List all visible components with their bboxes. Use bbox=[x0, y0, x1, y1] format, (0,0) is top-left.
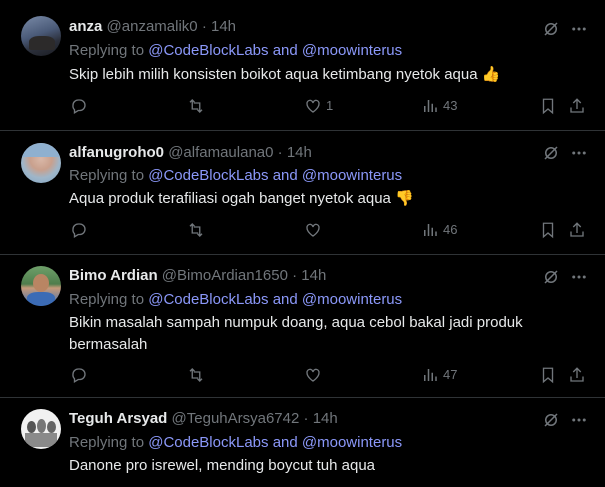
heart-icon[interactable] bbox=[304, 221, 322, 239]
separator-dot: · bbox=[303, 410, 309, 427]
tweet-header: alfanugroho0 @alfamaulana0 · 14h bbox=[69, 144, 312, 162]
reply-icon[interactable] bbox=[70, 97, 88, 115]
avatar[interactable] bbox=[21, 16, 61, 56]
author-handle[interactable]: @BimoArdian1650 bbox=[162, 267, 288, 284]
more-icon[interactable] bbox=[570, 268, 588, 286]
mention-link[interactable]: @moowinterus bbox=[302, 167, 402, 184]
author-name[interactable]: Bimo Ardian bbox=[69, 267, 158, 284]
more-icon[interactable] bbox=[570, 144, 588, 162]
tweet-text: Aqua produk terafiliasi ogah banget nyet… bbox=[69, 190, 414, 207]
mention-link[interactable]: @moowinterus bbox=[302, 291, 402, 308]
replying-to: Replying to @CodeBlockLabs and @moowinte… bbox=[69, 167, 402, 185]
mention-link[interactable]: @moowinterus bbox=[302, 42, 402, 59]
author-handle[interactable]: @alfamaulana0 bbox=[168, 144, 273, 161]
and-text: and bbox=[272, 434, 298, 451]
replying-to: Replying to @CodeBlockLabs and @moowinte… bbox=[69, 434, 402, 452]
separator-dot: · bbox=[292, 267, 298, 284]
mention-link[interactable]: @CodeBlockLabs bbox=[148, 291, 268, 308]
author-name[interactable]: anza bbox=[69, 18, 102, 35]
tweet-header: anza @anzamalik0 · 14h bbox=[69, 18, 236, 36]
replying-to-label: Replying to bbox=[69, 434, 145, 451]
separator-dot: · bbox=[201, 18, 207, 35]
share-icon[interactable] bbox=[568, 366, 586, 384]
reply-icon[interactable] bbox=[70, 221, 88, 239]
more-icon[interactable] bbox=[570, 411, 588, 429]
mention-link[interactable]: @CodeBlockLabs bbox=[148, 42, 268, 59]
heart-icon[interactable] bbox=[304, 366, 322, 384]
views-icon[interactable] bbox=[421, 366, 439, 384]
grok-icon[interactable] bbox=[542, 144, 560, 162]
separator-dot: · bbox=[277, 144, 283, 161]
views-icon[interactable] bbox=[421, 97, 439, 115]
replying-to-label: Replying to bbox=[69, 167, 145, 184]
author-name[interactable]: Teguh Arsyad bbox=[69, 410, 167, 427]
author-handle[interactable]: @TeguhArsya6742 bbox=[172, 410, 300, 427]
avatar[interactable] bbox=[21, 409, 61, 449]
view-count: 46 bbox=[443, 222, 458, 237]
views-icon[interactable] bbox=[421, 221, 439, 239]
tweet[interactable]: Bimo Ardian @BimoArdian1650 · 14h Replyi… bbox=[0, 255, 605, 398]
mention-link[interactable]: @moowinterus bbox=[302, 434, 402, 451]
replying-to-label: Replying to bbox=[69, 42, 145, 59]
replying-to-label: Replying to bbox=[69, 291, 145, 308]
share-icon[interactable] bbox=[568, 221, 586, 239]
view-count: 43 bbox=[443, 98, 458, 113]
author-handle[interactable]: @anzamalik0 bbox=[107, 18, 198, 35]
retweet-icon[interactable] bbox=[187, 221, 205, 239]
timestamp[interactable]: 14h bbox=[313, 410, 338, 427]
like-count: 1 bbox=[326, 98, 334, 113]
tweet[interactable]: Teguh Arsyad @TeguhArsya6742 · 14h Reply… bbox=[0, 398, 605, 487]
author-name[interactable]: alfanugroho0 bbox=[69, 144, 164, 161]
replying-to: Replying to @CodeBlockLabs and @moowinte… bbox=[69, 42, 402, 60]
timestamp[interactable]: 14h bbox=[287, 144, 312, 161]
tweet-header: Teguh Arsyad @TeguhArsya6742 · 14h bbox=[69, 410, 338, 428]
tweet-header: Bimo Ardian @BimoArdian1650 · 14h bbox=[69, 267, 326, 285]
grok-icon[interactable] bbox=[542, 268, 560, 286]
and-text: and bbox=[272, 42, 298, 59]
avatar[interactable] bbox=[21, 143, 61, 183]
timestamp[interactable]: 14h bbox=[211, 18, 236, 35]
retweet-icon[interactable] bbox=[187, 366, 205, 384]
timestamp[interactable]: 14h bbox=[301, 267, 326, 284]
and-text: and bbox=[272, 291, 298, 308]
reply-icon[interactable] bbox=[70, 366, 88, 384]
tweet-text: Skip lebih milih konsisten boikot aqua k… bbox=[69, 66, 501, 83]
bookmark-icon[interactable] bbox=[539, 366, 557, 384]
mention-link[interactable]: @CodeBlockLabs bbox=[148, 434, 268, 451]
view-count: 47 bbox=[443, 367, 458, 382]
share-icon[interactable] bbox=[568, 97, 586, 115]
tweet[interactable]: anza @anzamalik0 · 14h Replying to @Code… bbox=[0, 0, 605, 131]
bookmark-icon[interactable] bbox=[539, 221, 557, 239]
retweet-icon[interactable] bbox=[187, 97, 205, 115]
tweet[interactable]: alfanugroho0 @alfamaulana0 · 14h Replyin… bbox=[0, 131, 605, 255]
mention-link[interactable]: @CodeBlockLabs bbox=[148, 167, 268, 184]
grok-icon[interactable] bbox=[542, 20, 560, 38]
avatar[interactable] bbox=[21, 266, 61, 306]
replying-to: Replying to @CodeBlockLabs and @moowinte… bbox=[69, 291, 402, 309]
more-icon[interactable] bbox=[570, 20, 588, 38]
tweet-text: Danone pro isrewel, mending boycut tuh a… bbox=[69, 457, 376, 474]
and-text: and bbox=[272, 167, 298, 184]
grok-icon[interactable] bbox=[542, 411, 560, 429]
bookmark-icon[interactable] bbox=[539, 97, 557, 115]
heart-icon[interactable] bbox=[304, 97, 322, 115]
tweet-text: Bikin masalah sampah numpuk doang, aqua … bbox=[69, 314, 523, 353]
